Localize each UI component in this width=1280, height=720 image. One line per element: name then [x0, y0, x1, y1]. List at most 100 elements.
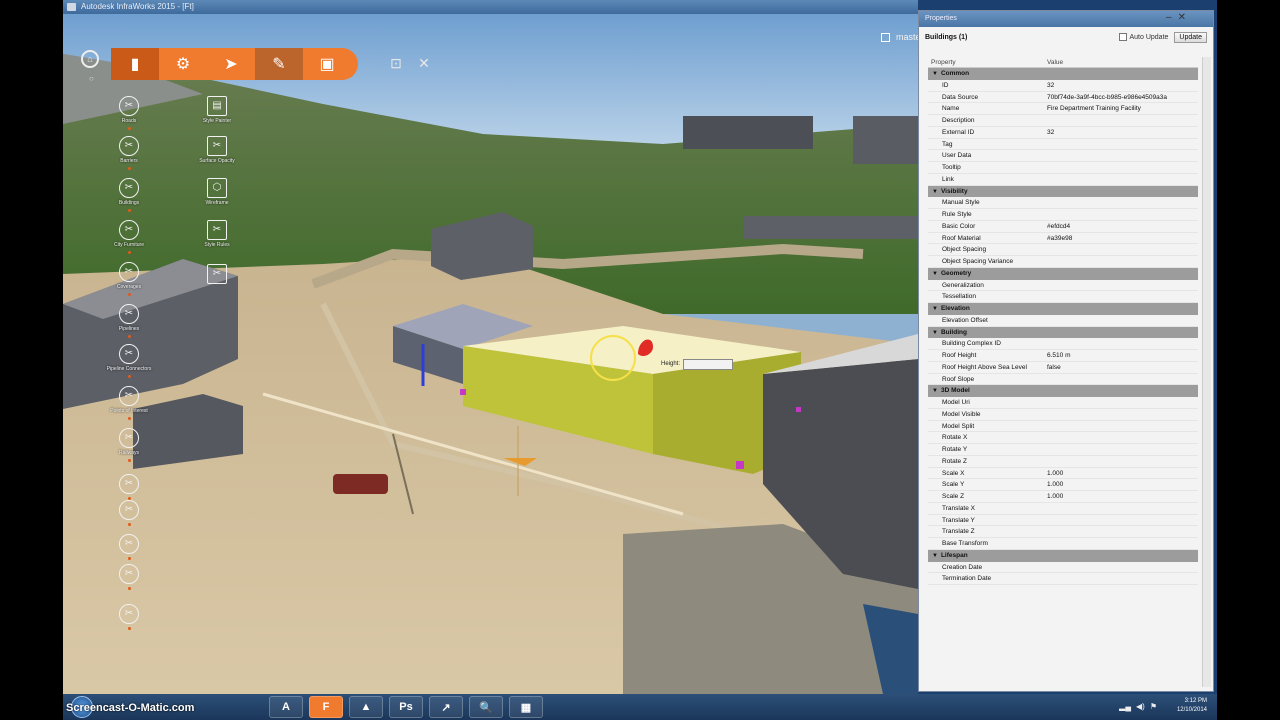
property-row[interactable]: Rotate Z: [928, 456, 1198, 468]
property-value[interactable]: [1044, 150, 1198, 161]
flag-icon[interactable]: ⚑: [1150, 702, 1157, 711]
tool-barriers[interactable]: ✂ Barriers: [99, 136, 159, 170]
tool-surface-opacity[interactable]: ✂ Surface Opacity: [187, 136, 247, 164]
property-value[interactable]: [1044, 174, 1198, 185]
property-row[interactable]: Roof Height Above Sea Level false: [928, 362, 1198, 374]
scrollbar[interactable]: [1202, 57, 1211, 687]
property-value[interactable]: [1044, 197, 1198, 208]
3d-viewport[interactable]: ⌂ ○ ▮ ⚙ ➤ ✎ ▣ ⊡ ✕ Height: master ✂Roads✂…: [63, 14, 918, 694]
property-value[interactable]: [1044, 421, 1198, 432]
property-row[interactable]: Translate Z: [928, 526, 1198, 538]
property-row[interactable]: Data Source 70bf74de-3a9f-4bcc-b985-e986e…: [928, 92, 1198, 104]
property-row[interactable]: Roof Height 6.510 m: [928, 350, 1198, 362]
property-row[interactable]: Description: [928, 115, 1198, 127]
property-row[interactable]: Link: [928, 174, 1198, 186]
property-row[interactable]: ID 32: [928, 80, 1198, 92]
property-row[interactable]: Termination Date: [928, 573, 1198, 585]
property-value[interactable]: [1044, 291, 1198, 302]
property-value[interactable]: [1044, 515, 1198, 526]
tool-unnamed[interactable]: ✂: [99, 500, 159, 526]
tool-buildings[interactable]: ✂ Buildings: [99, 178, 159, 212]
property-value[interactable]: [1044, 280, 1198, 291]
category-common[interactable]: ▼ Common: [928, 68, 1198, 80]
property-row[interactable]: Generalization: [928, 280, 1198, 292]
property-value[interactable]: 32: [1044, 127, 1198, 138]
property-row[interactable]: Scale Z 1.000: [928, 491, 1198, 503]
category-building[interactable]: ▼ Building: [928, 326, 1198, 339]
category-3d-model[interactable]: ▼ 3D Model: [928, 385, 1198, 397]
property-value[interactable]: [1044, 538, 1198, 549]
property-value[interactable]: [1044, 562, 1198, 573]
tool-style-rules[interactable]: ✂ Style Rules: [187, 220, 247, 248]
property-row[interactable]: Name Fire Department Training Facility: [928, 103, 1198, 115]
category-geometry[interactable]: ▼ Geometry: [928, 267, 1198, 280]
tool-unnamed[interactable]: ✂: [99, 534, 159, 560]
property-row[interactable]: Tessellation: [928, 291, 1198, 303]
property-value[interactable]: [1044, 162, 1198, 173]
property-row[interactable]: Tag: [928, 139, 1198, 151]
property-value[interactable]: [1044, 409, 1198, 420]
layers-button[interactable]: ▣: [303, 48, 351, 80]
property-row[interactable]: Translate Y: [928, 515, 1198, 527]
property-row[interactable]: Model Uri: [928, 397, 1198, 409]
tool-pipelines[interactable]: ✂ Pipelines: [99, 304, 159, 338]
bookmark-button[interactable]: ⊡: [385, 52, 407, 74]
tool-pipeline-connectors[interactable]: ✂ Pipeline Connectors: [99, 344, 159, 378]
property-row[interactable]: User Data: [928, 150, 1198, 162]
property-value[interactable]: [1044, 256, 1198, 267]
property-value[interactable]: [1044, 338, 1198, 349]
property-value[interactable]: [1044, 115, 1198, 126]
search-app[interactable]: 🔍: [469, 696, 503, 718]
height-input[interactable]: [683, 358, 734, 370]
property-value[interactable]: [1044, 244, 1198, 255]
property-row[interactable]: Object Spacing Variance: [928, 256, 1198, 268]
property-value[interactable]: 1.000: [1044, 468, 1198, 479]
close-tools-button[interactable]: ✕: [413, 52, 435, 74]
property-value[interactable]: [1044, 526, 1198, 537]
vertex-handle[interactable]: [796, 407, 801, 412]
auto-update-checkbox[interactable]: Auto Update: [1118, 33, 1168, 41]
property-row[interactable]: Translate X: [928, 503, 1198, 515]
property-value[interactable]: [1044, 573, 1198, 584]
category-elevation[interactable]: ▼ Elevation: [928, 303, 1198, 315]
property-value[interactable]: Fire Department Training Facility: [1044, 103, 1198, 114]
vertex-handle[interactable]: [460, 389, 466, 395]
property-row[interactable]: Building Complex ID: [928, 338, 1198, 350]
tool-roads[interactable]: ✂ Roads: [99, 96, 159, 130]
property-value[interactable]: [1044, 374, 1198, 385]
property-row[interactable]: Roof Material #a39e98: [928, 233, 1198, 245]
property-value[interactable]: [1044, 503, 1198, 514]
property-value[interactable]: [1044, 397, 1198, 408]
chart-app[interactable]: ↗: [429, 696, 463, 718]
property-row[interactable]: Creation Date: [928, 562, 1198, 574]
create-button[interactable]: ✎: [255, 48, 303, 80]
property-value[interactable]: [1044, 315, 1198, 326]
tool-unnamed[interactable]: ✂: [99, 564, 159, 590]
property-row[interactable]: Rule Style: [928, 209, 1198, 221]
property-row[interactable]: Rotate X: [928, 432, 1198, 444]
tool-unnamed[interactable]: ✂: [99, 474, 159, 500]
property-row[interactable]: Tooltip: [928, 162, 1198, 174]
property-row[interactable]: Object Spacing: [928, 244, 1198, 256]
tool-railways[interactable]: ✂ Railways: [99, 428, 159, 462]
infraworks-app[interactable]: F: [309, 696, 343, 718]
property-row[interactable]: Scale Y 1.000: [928, 479, 1198, 491]
tool-unnamed[interactable]: ✂: [187, 264, 247, 286]
property-row[interactable]: Scale X 1.000: [928, 468, 1198, 480]
tool-wireframe[interactable]: ⬡ Wireframe: [187, 178, 247, 206]
property-value[interactable]: 1.000: [1044, 479, 1198, 490]
property-value[interactable]: false: [1044, 362, 1198, 373]
property-row[interactable]: Basic Color #efdcd4: [928, 221, 1198, 233]
tool-unnamed[interactable]: ✂: [99, 604, 159, 630]
category-lifespan[interactable]: ▼ Lifespan: [928, 549, 1198, 562]
video-app[interactable]: ▦: [509, 696, 543, 718]
tool-city-furniture[interactable]: ✂ City Furniture: [99, 220, 159, 254]
property-value[interactable]: 6.510 m: [1044, 350, 1198, 361]
property-value[interactable]: [1044, 209, 1198, 220]
tool-style-painter[interactable]: ▤ Style Painter: [187, 96, 247, 124]
autodesk-app[interactable]: A: [269, 696, 303, 718]
minimize-icon[interactable]: –: [1166, 12, 1172, 23]
sketch-app[interactable]: ▲: [349, 696, 383, 718]
property-row[interactable]: Base Transform: [928, 538, 1198, 550]
tool-points-of-interest[interactable]: ✂ Points of Interest: [99, 386, 159, 420]
